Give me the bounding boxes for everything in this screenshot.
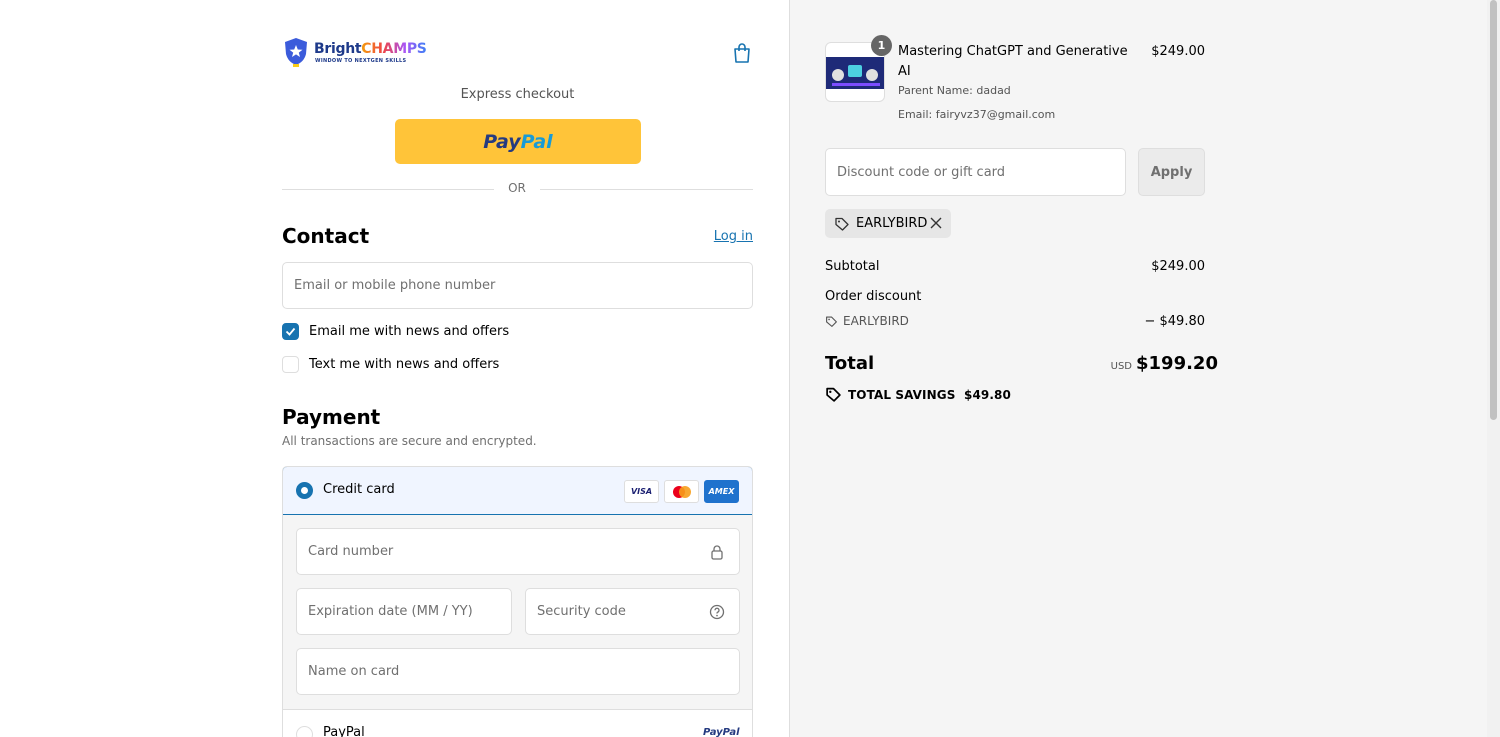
contact-title: Contact	[282, 224, 370, 248]
text-offers-row[interactable]: Text me with news and offers	[282, 356, 499, 373]
express-checkout-label: Express checkout	[460, 87, 575, 102]
or-separator: OR	[508, 181, 526, 195]
brand-tagline: WINDOW TO NEXTGEN SKILLS	[315, 58, 407, 64]
apply-button[interactable]: Apply	[1138, 148, 1205, 196]
tag-icon	[835, 217, 849, 231]
applied-code-label: EARLYBIRD	[856, 216, 928, 231]
discount-code-label: EARLYBIRD	[843, 314, 909, 328]
total-currency: USD	[1110, 361, 1132, 372]
card-number-field[interactable]: Card number	[296, 528, 740, 575]
paypal-logo: PayPal	[703, 727, 740, 737]
amex-icon: AMEX	[704, 480, 739, 503]
card-number-placeholder: Card number	[308, 544, 394, 559]
applied-discount-tag: EARLYBIRD	[825, 209, 951, 238]
check-icon	[285, 327, 296, 336]
paypal-option-label: PayPal	[323, 725, 365, 737]
credit-card-option[interactable]: Credit card VISA AMEX	[283, 467, 752, 515]
product-price: $249.00	[1151, 44, 1205, 59]
login-link[interactable]: Log in	[700, 229, 753, 244]
payment-methods: Credit card VISA AMEX Card number Expira…	[282, 466, 753, 737]
visa-icon: VISA	[624, 480, 659, 503]
payment-title: Payment	[282, 405, 381, 429]
scrollbar[interactable]	[1487, 0, 1500, 737]
email-offers-label: Email me with news and offers	[309, 324, 510, 339]
credit-card-radio[interactable]	[296, 482, 313, 499]
security-code-placeholder: Security code	[537, 604, 626, 619]
divider	[540, 189, 753, 190]
brand-logo[interactable]: BrightCHAMPS WINDOW TO NEXTGEN SKILLS	[284, 37, 427, 69]
text-offers-checkbox[interactable]	[282, 356, 299, 373]
scrollbar-thumb[interactable]	[1490, 0, 1497, 420]
total-value: $199.20	[1136, 353, 1218, 374]
parent-name: Parent Name: dadad	[898, 84, 1011, 97]
tag-icon	[826, 315, 837, 327]
total-savings: TOTAL SAVINGS $49.80	[825, 386, 1011, 403]
divider	[282, 189, 494, 190]
total-label: Total	[825, 353, 875, 374]
quantity-badge: 1	[871, 35, 892, 56]
subtotal-label: Subtotal	[825, 259, 880, 274]
paypal-express-button[interactable]: Pay Pal	[395, 119, 641, 164]
payment-subtitle: All transactions are secure and encrypte…	[282, 434, 537, 448]
tag-icon	[826, 387, 841, 402]
paypal-radio[interactable]	[296, 726, 313, 737]
paypal-logo-part1: Pay	[483, 130, 521, 153]
name-on-card-field[interactable]: Name on card	[296, 648, 740, 695]
product-name: Mastering ChatGPT and Generative AI	[898, 44, 1128, 79]
savings-value: $49.80	[964, 387, 1011, 402]
paypal-option[interactable]: PayPal PayPal	[283, 709, 752, 737]
brand-name: BrightCHAMPS	[314, 41, 427, 57]
expiration-date-field[interactable]: Expiration date (MM / YY)	[296, 588, 512, 635]
shopping-bag-icon[interactable]	[731, 42, 753, 64]
security-code-field[interactable]: Security code	[525, 588, 740, 635]
mastercard-icon	[664, 480, 699, 503]
order-discount-label: Order discount	[825, 289, 922, 304]
discount-code-input[interactable]: Discount code or gift card	[825, 148, 1126, 196]
help-circle-icon[interactable]	[709, 604, 725, 620]
item-email: Email: fairyvz37@gmail.com	[898, 108, 1056, 121]
discount-value: − $49.80	[1144, 314, 1205, 329]
email-offers-checkbox[interactable]	[282, 323, 299, 340]
credit-card-label: Credit card	[323, 482, 395, 497]
subtotal-value: $249.00	[1151, 259, 1205, 274]
email-field[interactable]: Email or mobile phone number	[282, 262, 753, 309]
text-offers-label: Text me with news and offers	[309, 357, 500, 372]
shield-star-icon	[285, 38, 307, 67]
discount-code-row: EARLYBIRD	[825, 314, 909, 328]
savings-label: TOTAL SAVINGS	[848, 387, 956, 402]
close-icon[interactable]	[929, 216, 943, 230]
email-offers-row[interactable]: Email me with news and offers	[282, 323, 509, 340]
card-form: Card number Expiration date (MM / YY) Se…	[283, 515, 752, 709]
paypal-logo-part2: Pal	[520, 130, 553, 153]
lock-icon	[711, 544, 723, 560]
checkout-main: BrightCHAMPS WINDOW TO NEXTGEN SKILLS Ex…	[0, 0, 789, 737]
